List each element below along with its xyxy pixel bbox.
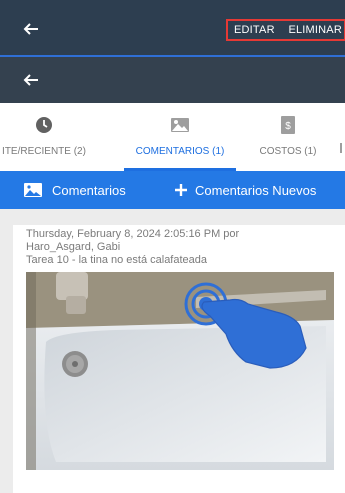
- tab-label: COMENTARIOS (1): [135, 146, 225, 157]
- comments-action-bar: Comentarios Comentarios Nuevos: [0, 171, 345, 209]
- top-app-bar: EDITAR ELIMINAR: [0, 0, 345, 57]
- new-comment-button[interactable]: Comentarios Nuevos: [175, 171, 316, 209]
- tab-costs[interactable]: $ COSTOS (1): [248, 103, 328, 171]
- arrow-left-icon[interactable]: [22, 20, 40, 38]
- edit-delete-actions: EDITAR ELIMINAR: [226, 19, 345, 41]
- comment-card: Thursday, February 8, 2024 2:05:16 PM po…: [13, 225, 345, 493]
- plus-icon: [175, 184, 187, 196]
- comment-author: Haro_Asgard, Gabi: [26, 241, 121, 253]
- invoice-icon: $: [281, 115, 295, 135]
- comment-photo[interactable]: [26, 272, 334, 470]
- photo-icon: [24, 183, 42, 197]
- new-comment-label: Comentarios Nuevos: [195, 182, 317, 198]
- edit-button[interactable]: EDITAR: [234, 24, 275, 36]
- comments-button[interactable]: Comentarios: [24, 171, 126, 209]
- comments-label: Comentarios: [52, 182, 126, 198]
- arrow-left-icon[interactable]: [22, 71, 40, 89]
- svg-text:$: $: [285, 121, 291, 132]
- clock-icon: [35, 115, 53, 135]
- secondary-app-bar: [0, 57, 345, 103]
- tab-recent[interactable]: ITE/RECIENTE (2): [0, 103, 100, 171]
- tab-label: ITE/RECIENTE (2): [2, 146, 86, 157]
- tab-comments[interactable]: COMENTARIOS (1): [124, 103, 236, 171]
- photo-icon: [170, 115, 190, 135]
- tab-overflow-indicator: [340, 143, 342, 153]
- comment-meta: Thursday, February 8, 2024 2:05:16 PM po…: [26, 228, 239, 267]
- tab-bar: ITE/RECIENTE (2) COMENTARIOS (1) $ COSTO…: [0, 103, 345, 171]
- tab-label: COSTOS (1): [259, 146, 317, 157]
- delete-button[interactable]: ELIMINAR: [288, 24, 342, 36]
- comment-text: Tarea 10 - la tina no está calafateada: [26, 254, 208, 266]
- comment-timestamp: Thursday, February 8, 2024 2:05:16 PM po…: [26, 228, 240, 240]
